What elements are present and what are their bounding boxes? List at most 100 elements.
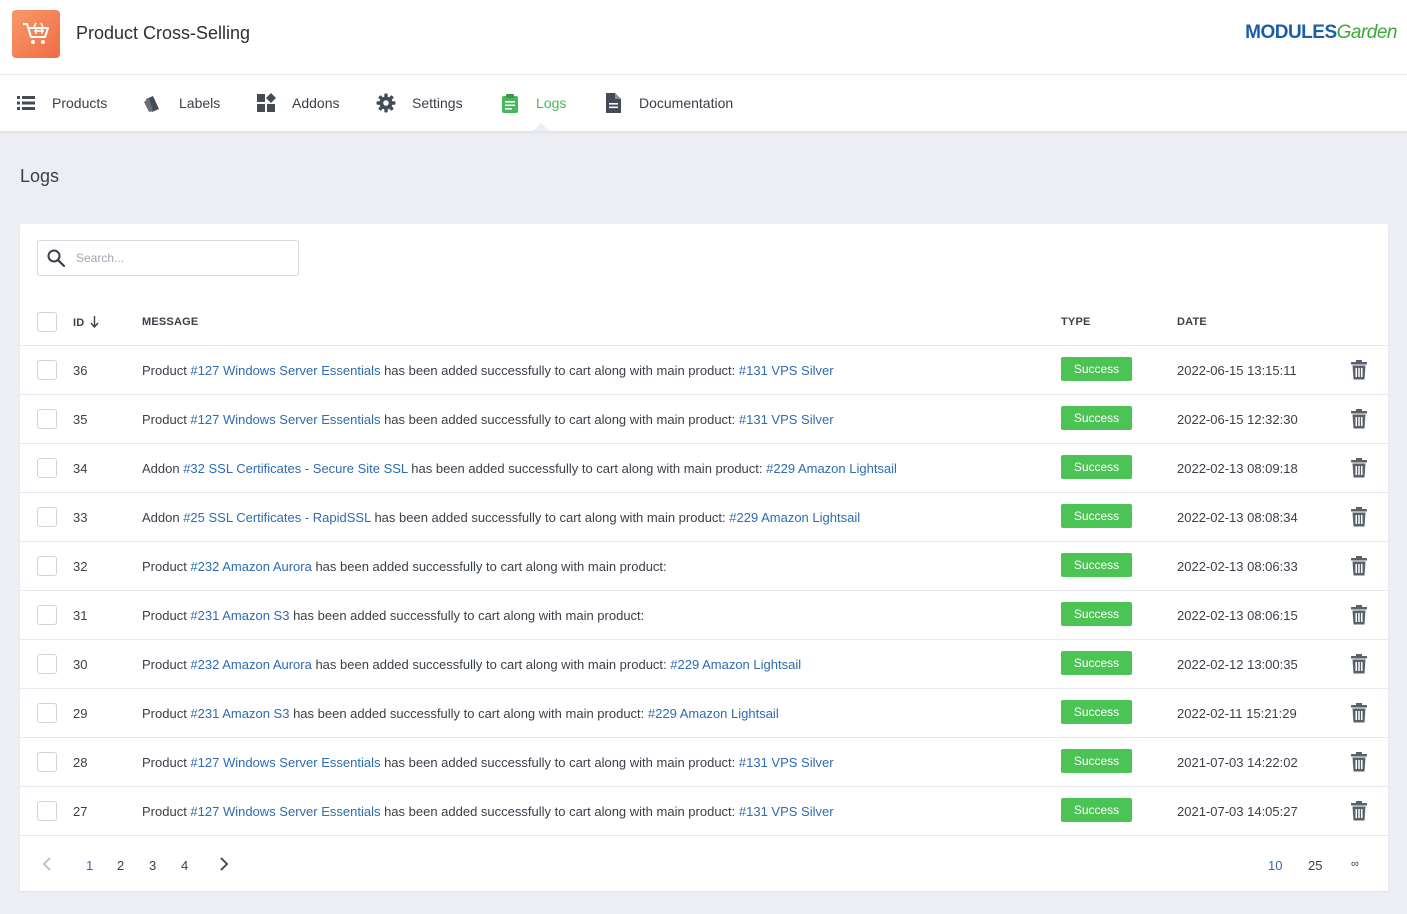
nav-addons[interactable]: Addons xyxy=(256,75,339,131)
trash-icon[interactable] xyxy=(1351,605,1367,625)
date-column-header: DATE xyxy=(1177,316,1207,328)
page-size-10[interactable]: 10 xyxy=(1268,858,1282,873)
row-message: Product #231 Amazon S3 has been added su… xyxy=(142,706,779,721)
message-text: Product xyxy=(142,363,191,378)
prev-page-icon[interactable] xyxy=(42,857,52,874)
row-message: Addon #32 SSL Certificates - Secure Site… xyxy=(142,461,897,476)
nav-products-label: Products xyxy=(52,95,108,111)
row-checkbox[interactable] xyxy=(37,409,57,429)
message-link[interactable]: #127 Windows Server Essentials xyxy=(190,804,380,819)
row-checkbox[interactable] xyxy=(37,654,57,674)
trash-icon[interactable] xyxy=(1351,654,1367,674)
message-link[interactable]: #127 Windows Server Essentials xyxy=(190,363,380,378)
row-checkbox[interactable] xyxy=(37,458,57,478)
message-column-header: MESSAGE xyxy=(142,316,199,328)
brand-logo: MODULESGarden xyxy=(1245,22,1397,43)
row-id: 32 xyxy=(73,559,88,574)
nav-products[interactable]: Products xyxy=(16,75,107,131)
status-badge: Success xyxy=(1061,455,1132,479)
message-text: has been added successfully to cart alon… xyxy=(380,363,739,378)
row-checkbox[interactable] xyxy=(37,801,57,821)
message-text: has been added successfully to cart alon… xyxy=(370,510,730,525)
trash-icon[interactable] xyxy=(1351,458,1367,478)
table-row: 31 Product #231 Amazon S3 has been added … xyxy=(20,591,1388,640)
message-link[interactable]: #231 Amazon S3 xyxy=(190,608,289,623)
row-id: 31 xyxy=(73,608,88,623)
message-link[interactable]: #127 Windows Server Essentials xyxy=(190,412,380,427)
nav-logs-label: Logs xyxy=(536,95,567,111)
row-date: 2022-02-11 15:21:29 xyxy=(1177,706,1297,721)
row-checkbox[interactable] xyxy=(37,556,57,576)
message-link[interactable]: #229 Amazon Lightsail xyxy=(766,461,897,476)
trash-icon[interactable] xyxy=(1351,507,1367,527)
row-message: Addon #25 SSL Certificates - RapidSSL ha… xyxy=(142,510,860,525)
id-column-header[interactable]: ID xyxy=(73,316,99,331)
message-link[interactable]: #127 Windows Server Essentials xyxy=(190,755,380,770)
message-text: has been added successfully to cart alon… xyxy=(311,657,671,672)
message-text: Product xyxy=(142,608,191,623)
select-all-checkbox[interactable] xyxy=(37,312,57,332)
row-message: Product #232 Amazon Aurora has been adde… xyxy=(142,657,801,672)
trash-icon[interactable] xyxy=(1351,556,1367,576)
trash-icon[interactable] xyxy=(1351,409,1367,429)
row-date: 2022-02-13 08:06:15 xyxy=(1177,608,1298,623)
table-row: 29 Product #231 Amazon S3 has been added … xyxy=(20,689,1388,738)
document-icon xyxy=(603,93,623,113)
message-link[interactable]: #229 Amazon Lightsail xyxy=(670,657,801,672)
message-link[interactable]: #131 VPS Silver xyxy=(739,804,834,819)
table-row: 28 Product #127 Windows Server Essentials… xyxy=(20,738,1388,787)
page-2-button[interactable]: 2 xyxy=(117,858,124,873)
top-bar: Product Cross-Selling MODULESGarden xyxy=(0,0,1407,75)
message-text: Product xyxy=(142,755,191,770)
status-badge: Success xyxy=(1061,602,1132,626)
message-text: Product xyxy=(142,559,191,574)
next-page-icon[interactable] xyxy=(219,857,229,874)
search-input[interactable] xyxy=(76,251,276,265)
trash-icon[interactable] xyxy=(1351,703,1367,723)
row-checkbox[interactable] xyxy=(37,605,57,625)
message-link[interactable]: #231 Amazon S3 xyxy=(190,706,289,721)
message-link[interactable]: #131 VPS Silver xyxy=(739,363,834,378)
table-row: 34 Addon #32 SSL Certificates - Secure Si… xyxy=(20,444,1388,493)
page-size-25[interactable]: 25 xyxy=(1308,858,1322,873)
message-text: Product xyxy=(142,804,191,819)
page-1-button[interactable]: 1 xyxy=(86,858,93,873)
row-checkbox[interactable] xyxy=(37,507,57,527)
row-id: 29 xyxy=(73,706,88,721)
row-id: 27 xyxy=(73,804,88,819)
row-id: 35 xyxy=(73,412,88,427)
message-link[interactable]: #229 Amazon Lightsail xyxy=(729,510,860,525)
row-date: 2021-07-03 14:22:02 xyxy=(1177,755,1298,770)
table-row: 36 Product #127 Windows Server Essentials… xyxy=(20,346,1388,395)
clipboard-icon xyxy=(500,93,520,113)
status-badge: Success xyxy=(1061,798,1132,822)
trash-icon[interactable] xyxy=(1351,801,1367,821)
search-box[interactable] xyxy=(37,240,299,276)
nav-settings[interactable]: Settings xyxy=(376,75,463,131)
status-badge: Success xyxy=(1061,651,1132,675)
row-checkbox[interactable] xyxy=(37,752,57,772)
nav-labels[interactable]: Labels xyxy=(143,75,220,131)
message-link[interactable]: #232 Amazon Aurora xyxy=(190,559,311,574)
message-link[interactable]: #25 SSL Certificates - RapidSSL xyxy=(183,510,371,525)
type-column-header: TYPE xyxy=(1061,316,1091,328)
row-date: 2021-07-03 14:05:27 xyxy=(1177,804,1298,819)
trash-icon[interactable] xyxy=(1351,360,1367,380)
message-text: has been added successfully to cart alon… xyxy=(380,412,739,427)
row-id: 28 xyxy=(73,755,88,770)
pagination: 1 2 3 4 10 25 ∞ xyxy=(20,844,1388,888)
message-link[interactable]: #131 VPS Silver xyxy=(739,755,834,770)
message-link[interactable]: #229 Amazon Lightsail xyxy=(648,706,779,721)
nav-documentation[interactable]: Documentation xyxy=(603,75,733,131)
page-4-button[interactable]: 4 xyxy=(181,858,188,873)
message-link[interactable]: #32 SSL Certificates - Secure Site SSL xyxy=(183,461,407,476)
message-link[interactable]: #232 Amazon Aurora xyxy=(190,657,311,672)
message-link[interactable]: #131 VPS Silver xyxy=(739,412,834,427)
row-checkbox[interactable] xyxy=(37,703,57,723)
page-size-all[interactable]: ∞ xyxy=(1351,858,1359,870)
row-checkbox[interactable] xyxy=(37,360,57,380)
trash-icon[interactable] xyxy=(1351,752,1367,772)
page-3-button[interactable]: 3 xyxy=(149,858,156,873)
row-date: 2022-02-13 08:09:18 xyxy=(1177,461,1298,476)
status-badge: Success xyxy=(1061,700,1132,724)
